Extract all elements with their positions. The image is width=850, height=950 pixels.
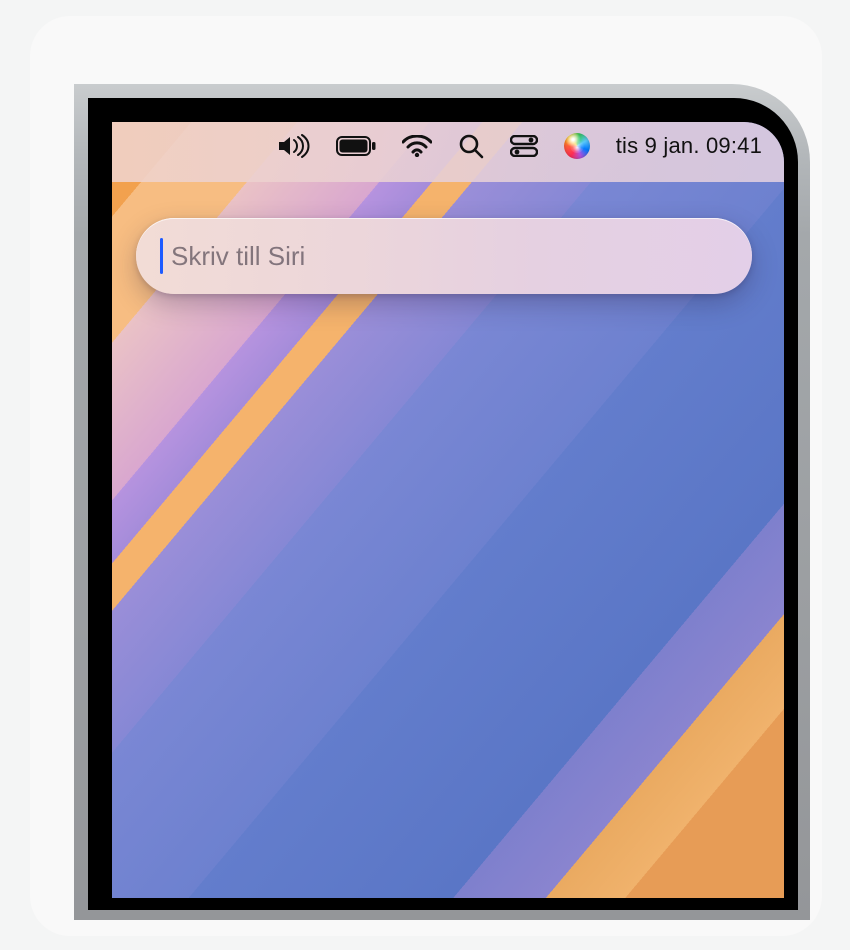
volume-icon[interactable] [276,134,310,158]
wifi-icon[interactable] [402,135,432,157]
menubar: tis 9 jan. 09:41 [112,122,784,170]
siri-input[interactable] [169,240,728,273]
battery-icon[interactable] [336,136,376,156]
control-center-icon[interactable] [510,135,538,157]
device-bezel-outer: tis 9 jan. 09:41 [74,84,810,920]
screen: tis 9 jan. 09:41 [112,122,784,898]
device-bezel-inner: tis 9 jan. 09:41 [88,98,798,910]
type-to-siri-panel[interactable] [136,218,752,294]
text-caret [160,238,163,274]
siri-icon[interactable] [564,133,590,159]
menubar-datetime[interactable]: tis 9 jan. 09:41 [616,133,762,159]
screenshot-card: tis 9 jan. 09:41 [30,16,822,936]
search-icon[interactable] [458,133,484,159]
